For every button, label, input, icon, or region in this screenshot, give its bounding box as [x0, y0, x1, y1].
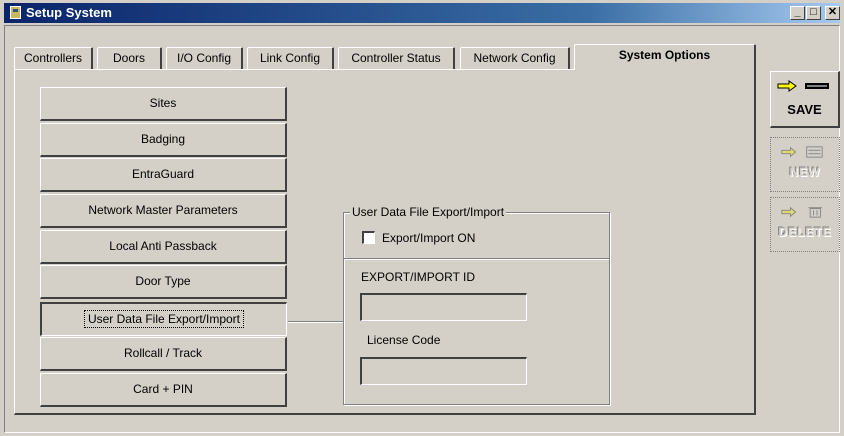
network-master-parameters-button[interactable]: Network Master Parameters [40, 194, 287, 228]
new-label: NEW [789, 165, 821, 179]
window-title: Setup System [26, 5, 112, 20]
rollcall-track-button[interactable]: Rollcall / Track [40, 337, 287, 371]
export-import-id-label: EXPORT/IMPORT ID [361, 270, 476, 284]
delete-label: DELETE [778, 225, 832, 239]
entraguard-button[interactable]: EntraGuard [40, 158, 287, 192]
door-type-button[interactable]: Door Type [40, 265, 287, 299]
maximize-button[interactable]: □ [806, 6, 821, 20]
new-arrow-icon [781, 146, 823, 158]
tab-controller-status[interactable]: Controller Status [338, 47, 455, 69]
app-icon [10, 6, 21, 19]
delete-trash-icon [781, 206, 823, 218]
user-data-file-export-import-button[interactable]: User Data File Export/Import [40, 302, 287, 336]
tab-system-options[interactable]: System Options [574, 44, 756, 70]
license-code-label: License Code [367, 333, 441, 347]
export-import-on-label[interactable]: Export/Import ON [382, 231, 475, 245]
tab-link-config[interactable]: Link Config [247, 47, 334, 69]
delete-button[interactable]: DELETE [770, 197, 840, 252]
connector-line [288, 321, 343, 323]
tab-io-config[interactable]: I/O Config [166, 47, 243, 69]
card-pin-button[interactable]: Card + PIN [40, 373, 287, 407]
title-bar: Setup System _ □ ✕ [4, 3, 840, 23]
tab-network-config[interactable]: Network Config [460, 47, 570, 69]
badging-button[interactable]: Badging [40, 123, 287, 157]
save-button[interactable]: SAVE [770, 71, 840, 128]
save-arrow-icon [777, 80, 829, 92]
new-button[interactable]: NEW [770, 137, 840, 192]
minimize-button[interactable]: _ [790, 6, 805, 20]
save-label: SAVE [787, 102, 822, 117]
tab-controllers[interactable]: Controllers [14, 47, 93, 69]
export-import-on-checkbox[interactable] [362, 231, 375, 244]
setup-system-window: Setup System _ □ ✕ Controllers Doors I/O… [0, 0, 844, 436]
export-import-group-legend: User Data File Export/Import [350, 205, 507, 219]
export-import-id-field[interactable] [360, 293, 527, 321]
local-anti-passback-button[interactable]: Local Anti Passback [40, 230, 287, 264]
tab-doors[interactable]: Doors [97, 47, 162, 69]
close-button[interactable]: ✕ [825, 6, 840, 20]
sites-button[interactable]: Sites [40, 87, 287, 121]
license-code-field[interactable] [360, 357, 527, 385]
group-divider [344, 258, 609, 260]
user-data-file-export-import-label: User Data File Export/Import [83, 310, 245, 328]
